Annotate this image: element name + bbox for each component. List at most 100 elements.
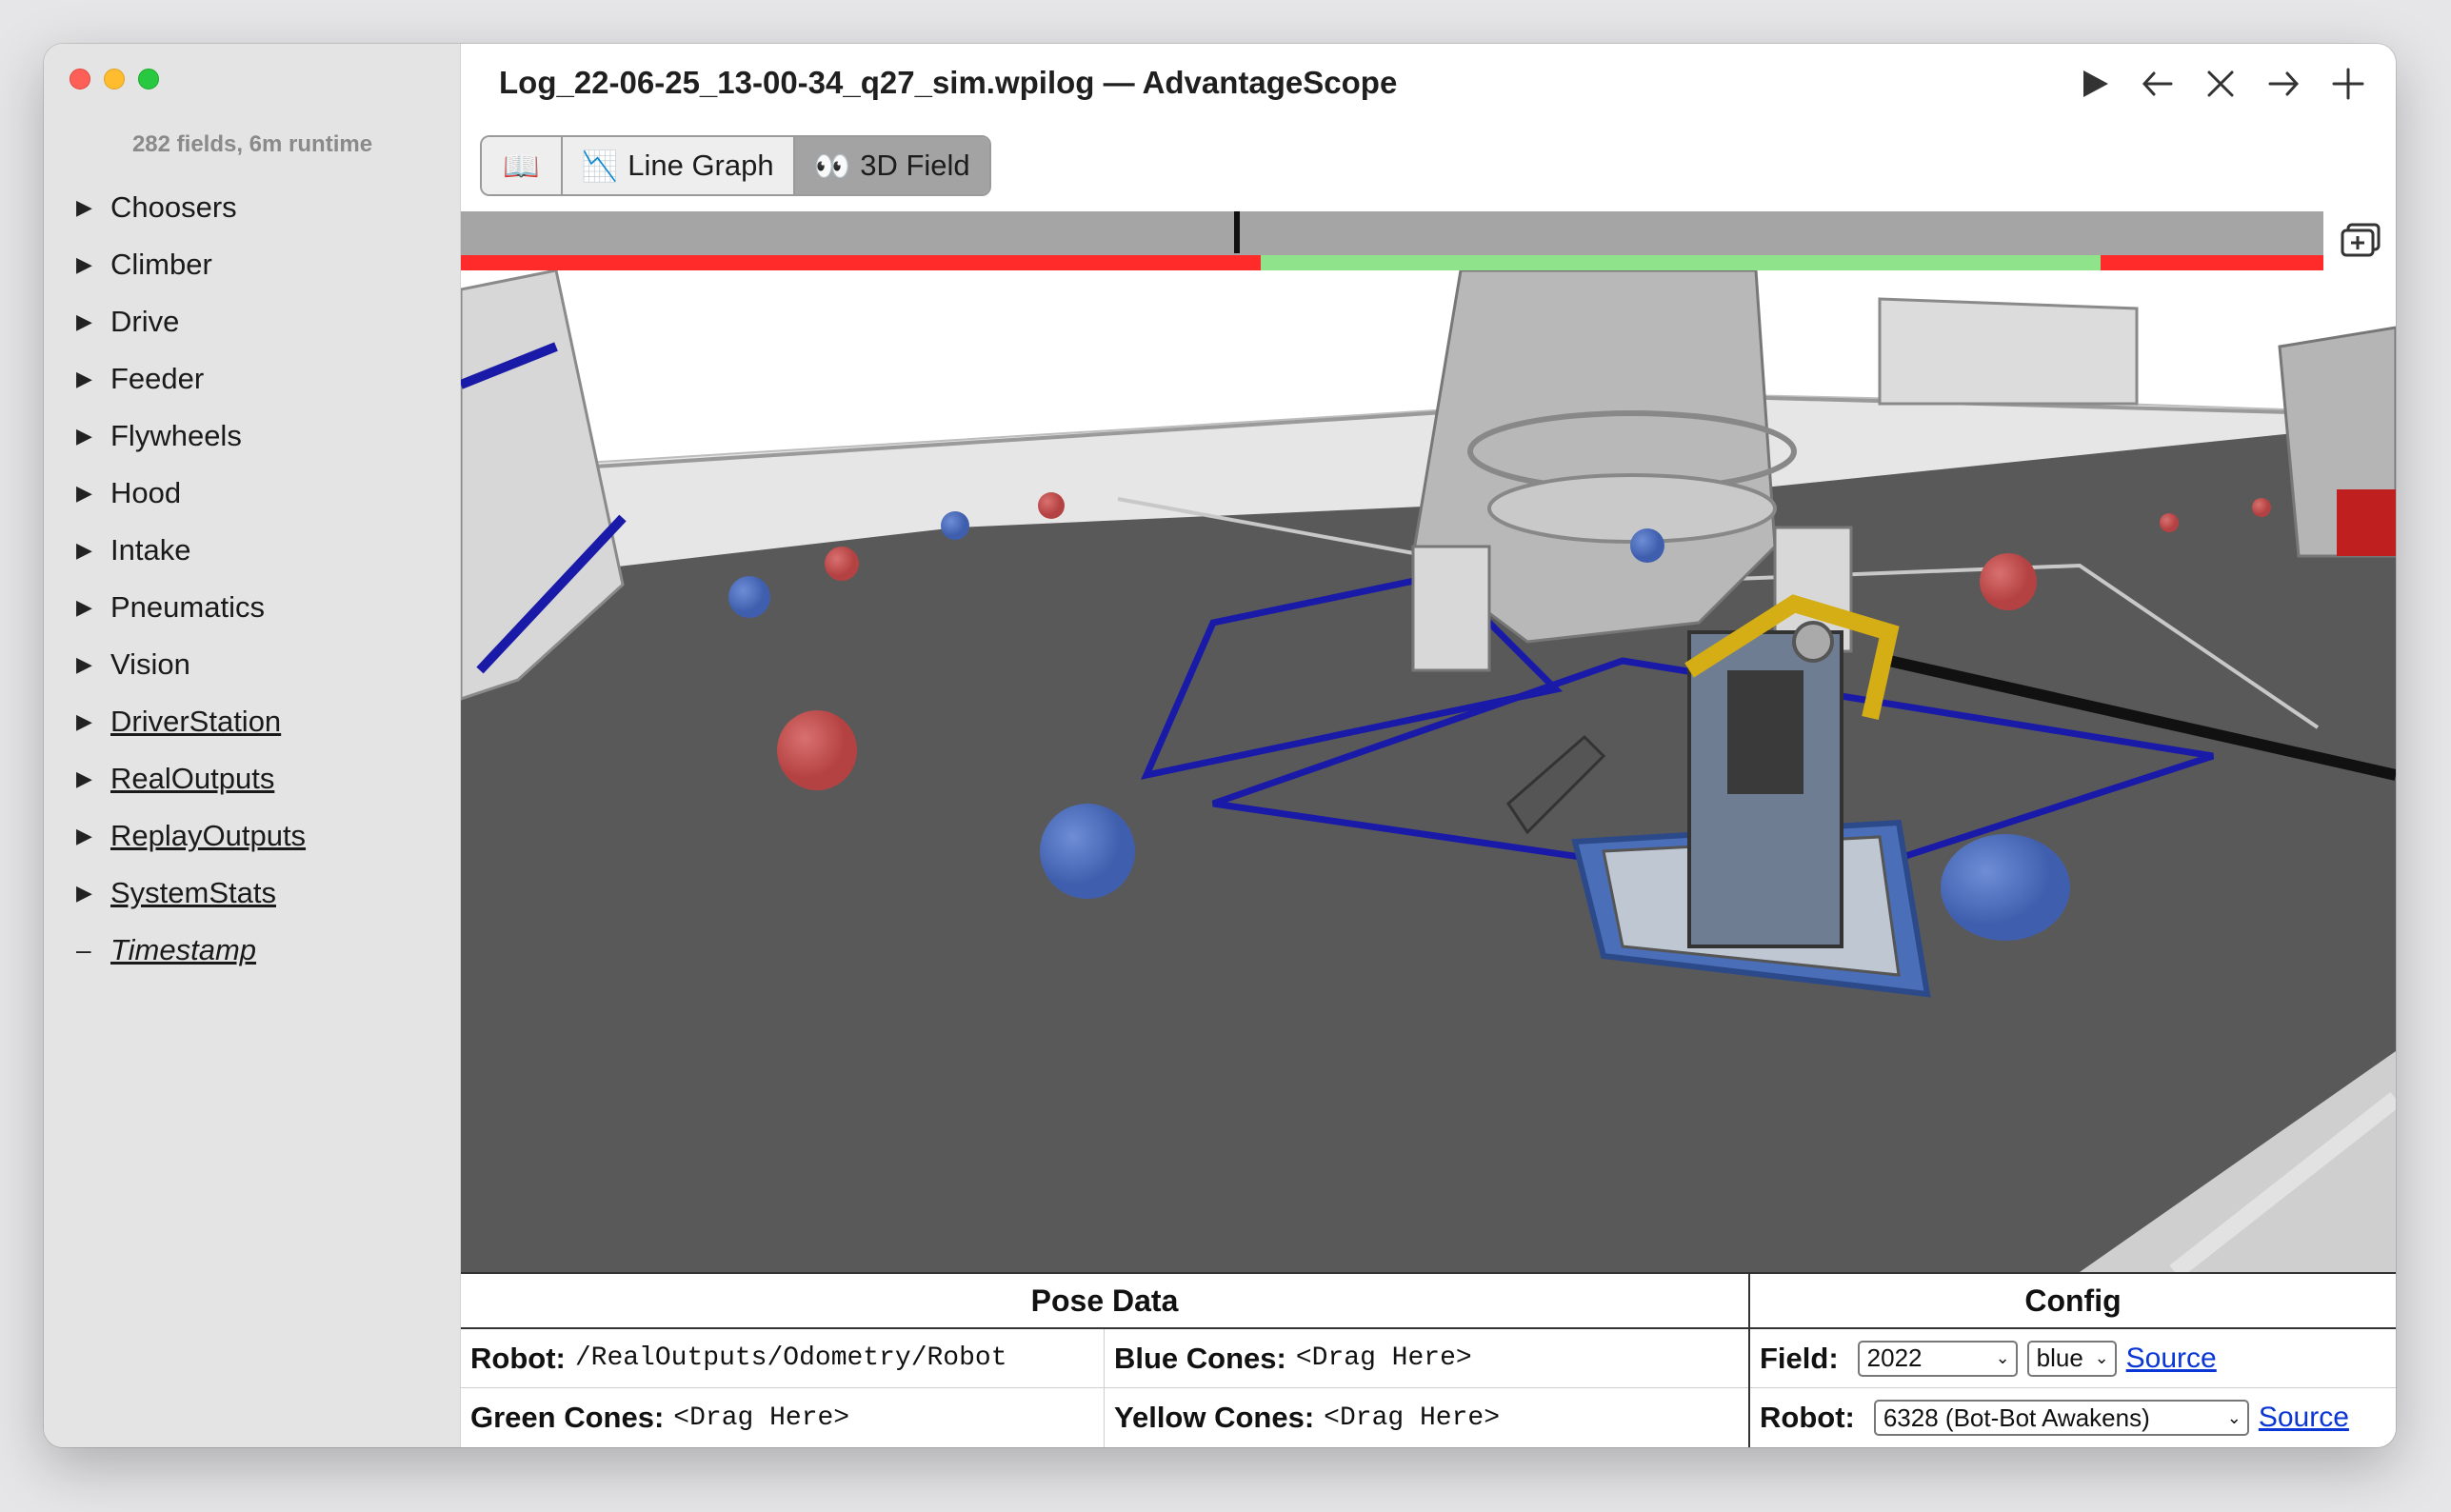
- field-render: [461, 270, 2396, 1272]
- blue-cones-cell[interactable]: Blue Cones: <Drag Here>: [1105, 1329, 1748, 1387]
- yellow-cones-label: Yellow Cones:: [1114, 1401, 1315, 1434]
- tree-item-intake[interactable]: ▶ Intake: [76, 522, 306, 579]
- blue-cargo-ball: [1941, 834, 2070, 941]
- tree-item-feeder[interactable]: ▶ Feeder: [76, 350, 306, 408]
- tree-item-label: Choosers: [110, 190, 237, 224]
- expand-arrow-icon[interactable]: ▶: [76, 881, 110, 905]
- tree-item-replayoutputs[interactable]: ▶ ReplayOutputs: [76, 807, 306, 865]
- play-icon[interactable]: [2078, 65, 2112, 103]
- tree-item-label: SystemStats: [110, 876, 276, 909]
- tree-item-label: Pneumatics: [110, 590, 265, 624]
- field-select-value: 2022: [1866, 1343, 1923, 1372]
- tree-item-vision[interactable]: ▶ Vision: [76, 636, 306, 693]
- expand-arrow-icon[interactable]: ▶: [76, 424, 110, 448]
- tree-item-flywheels[interactable]: ▶ Flywheels: [76, 408, 306, 465]
- app-window: 282 fields, 6m runtime ▶ Choosers ▶ Climbe…: [44, 44, 2396, 1447]
- yellow-cones-value: <Drag Here>: [1324, 1403, 1501, 1433]
- line-graph-icon: 📉: [581, 149, 619, 183]
- 3d-field-viewport[interactable]: [461, 270, 2396, 1272]
- alliance-select-value: blue: [2036, 1343, 2083, 1372]
- book-icon: 📖: [503, 149, 540, 183]
- tree-item-label: RealOutputs: [110, 762, 275, 795]
- popout-button[interactable]: [2339, 221, 2382, 264]
- pose-data-table: Pose Data Robot: /RealOutputs/Odometry/R…: [461, 1274, 1750, 1447]
- tree-item-label: Intake: [110, 533, 191, 567]
- chevron-down-icon: ⌄: [2226, 1407, 2242, 1427]
- green-cones-cell[interactable]: Green Cones: <Drag Here>: [461, 1388, 1105, 1447]
- add-tab-icon[interactable]: [2329, 65, 2367, 103]
- chevron-down-icon: ⌄: [2094, 1348, 2109, 1367]
- tree-item-choosers[interactable]: ▶ Choosers: [76, 179, 306, 236]
- tree-item-realoutputs[interactable]: ▶ RealOutputs: [76, 750, 306, 807]
- tab-bar: 📖 📉 Line Graph 👀 3D Field: [480, 135, 991, 196]
- blue-cargo-ball: [941, 511, 969, 540]
- tab-label: Line Graph: [628, 149, 774, 182]
- timeline-enabled-segment: [1261, 255, 2101, 270]
- field-label: Field:: [1760, 1341, 1839, 1375]
- tree-item-drive[interactable]: ▶ Drive: [76, 293, 306, 350]
- arrow-left-icon[interactable]: [2139, 65, 2177, 103]
- field-select[interactable]: 2022 ⌄: [1857, 1340, 2018, 1377]
- expand-arrow-icon[interactable]: ▶: [76, 824, 110, 848]
- eyes-icon: 👀: [813, 149, 851, 183]
- tree-item-timestamp[interactable]: – Timestamp: [76, 922, 306, 979]
- timeline-bar[interactable]: [461, 211, 2323, 270]
- pose-row: Green Cones: <Drag Here> Yellow Cones: <…: [461, 1388, 1748, 1447]
- expand-arrow-icon[interactable]: ▶: [76, 367, 110, 391]
- robot-pose-label: Robot:: [470, 1341, 566, 1375]
- blue-cargo-ball: [1040, 804, 1135, 899]
- tab-label: 3D Field: [860, 149, 970, 182]
- expand-arrow-icon[interactable]: ▶: [76, 595, 110, 620]
- timeline-disabled-segment: [461, 255, 1261, 270]
- close-window-button[interactable]: [70, 69, 90, 90]
- arrow-right-icon[interactable]: [2264, 65, 2302, 103]
- robot-source-link[interactable]: Source: [2259, 1402, 2349, 1434]
- field-config-row: Field: 2022 ⌄ blue ⌄ Source: [1750, 1329, 2396, 1388]
- field-source-link[interactable]: Source: [2126, 1343, 2217, 1375]
- red-cargo-ball: [1980, 553, 2037, 610]
- red-cargo-ball: [825, 547, 859, 581]
- timeline-disabled-segment: [2101, 255, 2323, 270]
- maximize-window-button[interactable]: [138, 69, 159, 90]
- expand-arrow-icon[interactable]: ▶: [76, 538, 110, 563]
- dash-icon: –: [76, 935, 91, 965]
- tree-item-climber[interactable]: ▶ Climber: [76, 236, 306, 293]
- red-cargo-ball: [1038, 492, 1065, 519]
- expand-arrow-icon[interactable]: ▶: [76, 252, 110, 277]
- pose-row: Robot: /RealOutputs/Odometry/Robot Blue …: [461, 1329, 1748, 1388]
- alliance-select[interactable]: blue ⌄: [2026, 1340, 2117, 1377]
- field-tree: ▶ Choosers ▶ Climber ▶ Drive ▶ Feeder ▶ Flywh…: [76, 179, 306, 979]
- tree-item-pneumatics[interactable]: ▶ Pneumatics: [76, 579, 306, 636]
- tree-item-label: Feeder: [110, 362, 205, 395]
- tree-item-driverstation[interactable]: ▶ DriverStation: [76, 693, 306, 750]
- expand-arrow-icon[interactable]: ▶: [76, 709, 110, 734]
- blue-cones-label: Blue Cones:: [1114, 1341, 1286, 1375]
- config-table: Config Field: 2022 ⌄ blue ⌄ Source Robot…: [1750, 1274, 2396, 1447]
- green-cones-label: Green Cones:: [470, 1401, 665, 1434]
- tab-line-graph[interactable]: 📉 Line Graph: [562, 137, 795, 194]
- close-icon[interactable]: [2203, 65, 2238, 103]
- tree-item-systemstats[interactable]: ▶ SystemStats: [76, 865, 306, 922]
- expand-arrow-icon[interactable]: ▶: [76, 195, 110, 220]
- expand-arrow-icon[interactable]: ▶: [76, 481, 110, 506]
- tree-item-hood[interactable]: ▶ Hood: [76, 465, 306, 522]
- field-summary: 282 fields, 6m runtime: [131, 131, 373, 157]
- window-title: Log_22-06-25_13-00-34_q27_sim.wpilog — A…: [499, 65, 1398, 100]
- tree-item-label: Hood: [110, 476, 182, 509]
- tree-item-label: DriverStation: [110, 705, 282, 738]
- tree-item-label: Drive: [110, 305, 180, 338]
- expand-arrow-icon[interactable]: ▶: [76, 766, 110, 791]
- pose-data-header: Pose Data: [461, 1274, 1748, 1329]
- yellow-cones-cell[interactable]: Yellow Cones: <Drag Here>: [1105, 1388, 1748, 1447]
- red-cargo-ball: [2252, 498, 2271, 517]
- timeline-cursor[interactable]: [1234, 211, 1240, 253]
- tab-documentation[interactable]: 📖: [482, 137, 563, 194]
- expand-arrow-icon[interactable]: ▶: [76, 309, 110, 334]
- tab-3d-field[interactable]: 👀 3D Field: [794, 137, 989, 194]
- robot-select[interactable]: 6328 (Bot-Bot Awakens) ⌄: [1873, 1400, 2249, 1436]
- robot-pose-cell[interactable]: Robot: /RealOutputs/Odometry/Robot: [461, 1329, 1105, 1387]
- blue-cargo-ball: [728, 576, 770, 618]
- expand-arrow-icon[interactable]: ▶: [76, 652, 110, 677]
- minimize-window-button[interactable]: [104, 69, 125, 90]
- green-cones-value: <Drag Here>: [673, 1403, 850, 1433]
